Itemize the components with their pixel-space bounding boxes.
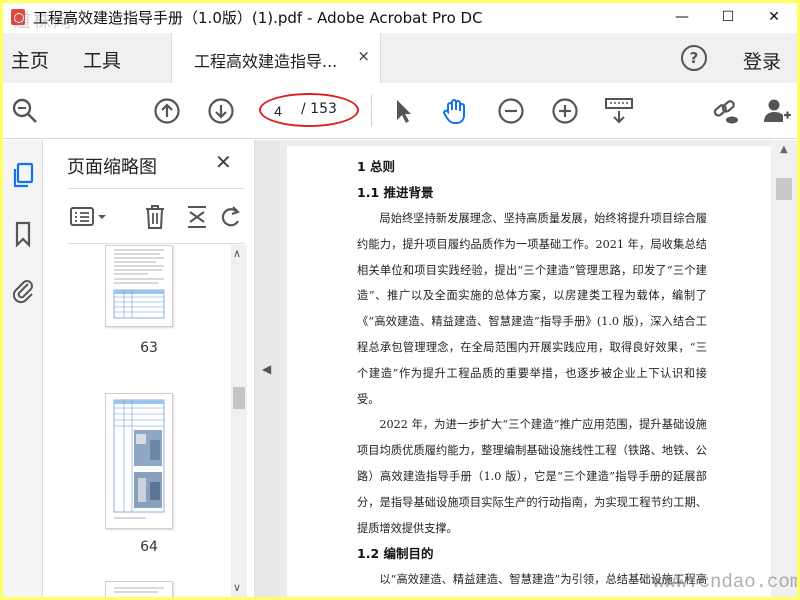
acrobat-pdf-icon: [9, 8, 27, 26]
page-number-input[interactable]: [265, 100, 291, 122]
thumbnail-page-65[interactable]: [105, 581, 173, 597]
options-menu-icon[interactable]: [69, 203, 109, 231]
site-watermark: www.cndao.com: [653, 571, 797, 593]
share-link-icon[interactable]: [709, 95, 741, 127]
scroll-up-icon[interactable]: ▲: [780, 144, 788, 155]
paragraph: 局始终坚持新发展理念、坚持高质量发展，始终将提升项目综合履约能力，提升项目履约品…: [357, 212, 707, 406]
bookmark-icon[interactable]: [9, 220, 37, 248]
document-view[interactable]: 1 总则 1.1 推进背景 局始终坚持新发展理念、坚持高质量发展，始终将提升项目…: [279, 140, 771, 597]
rotate-page-icon[interactable]: [217, 203, 245, 231]
tab-document[interactable]: 工程高效建造指导... ×: [171, 33, 381, 83]
select-cursor-icon[interactable]: [387, 95, 419, 127]
hand-tool-icon[interactable]: [439, 95, 471, 127]
acrobat-window: 工程高效建造指导手册（1.0版）(1).pdf - Adobe Acrobat …: [3, 3, 797, 597]
help-icon[interactable]: ?: [681, 45, 707, 71]
scroll-down-icon[interactable]: ∨: [233, 581, 241, 594]
toolbar-divider: [371, 95, 372, 127]
scroll-up-icon[interactable]: ∧: [233, 247, 241, 260]
panel-title: 页面缩略图: [67, 157, 157, 178]
attachment-icon[interactable]: [9, 276, 37, 304]
delete-page-icon[interactable]: [141, 203, 169, 231]
main-toolbar: / 153: [3, 83, 797, 139]
scrollbar-thumb[interactable]: [776, 178, 792, 200]
thumbnails-panel: 页面缩略图 ✕ 63 64 ∧ ∨: [43, 140, 255, 597]
title-bar: 工程高效建造指导手册（1.0版）(1).pdf - Adobe Acrobat …: [3, 3, 797, 32]
close-tab-icon[interactable]: ×: [357, 47, 370, 65]
close-window-button[interactable]: ✕: [751, 3, 797, 31]
thumbnail-list: 63 64: [67, 245, 231, 597]
heading-1-2: 1.2 编制目的: [357, 546, 434, 562]
tab-home[interactable]: 主页: [11, 46, 49, 73]
tab-bar: 主页 工具 工程高效建造指导... × ? 登录: [3, 33, 797, 83]
zoom-in-icon[interactable]: [549, 95, 581, 127]
tab-tools[interactable]: 工具: [83, 46, 121, 73]
insert-page-icon[interactable]: [183, 203, 211, 231]
thumbnail-page-64[interactable]: [105, 393, 173, 529]
heading-1: 1 总则: [357, 159, 396, 174]
scrollbar-thumb[interactable]: [233, 387, 245, 409]
thumbnail-page-number: 64: [140, 539, 158, 555]
window-title: 工程高效建造指导手册（1.0版）(1).pdf - Adobe Acrobat …: [33, 8, 483, 27]
collapse-arrow-icon[interactable]: ◀: [262, 362, 271, 376]
panel-collapse-strip[interactable]: ◀: [255, 140, 279, 597]
keyboard-scroll-icon[interactable]: [603, 95, 635, 127]
heading-1-1: 1.1 推进背景: [357, 185, 434, 200]
document-page: 1 总则 1.1 推进背景 局始终坚持新发展理念、坚持高质量发展，始终将提升项目…: [287, 146, 771, 597]
paragraph: 2022 年，为进一步扩大“三个建造”推广应用范围，提升基础设施项目均质优质履约…: [357, 418, 707, 535]
add-user-icon[interactable]: [761, 95, 793, 127]
document-scrollbar[interactable]: ▲: [771, 140, 797, 597]
zoom-out-icon[interactable]: [495, 95, 527, 127]
page-up-icon[interactable]: [151, 95, 183, 127]
thumbnail-page-63[interactable]: [105, 245, 173, 327]
window-controls: — ☐ ✕: [659, 3, 797, 31]
panel-toolbar: [67, 188, 245, 244]
thumbnail-scrollbar[interactable]: ∧ ∨: [231, 245, 247, 597]
minimize-button[interactable]: —: [659, 3, 705, 31]
tab-document-label: 工程高效建造指导...: [194, 52, 338, 71]
navigation-rail: [3, 140, 43, 597]
page-total: / 153: [301, 101, 337, 117]
close-panel-icon[interactable]: ✕: [215, 150, 232, 174]
thumbnail-page-number: 63: [140, 340, 158, 356]
page-down-icon[interactable]: [205, 95, 237, 127]
page-thumbnails-icon[interactable]: [9, 162, 37, 190]
zoom-search-icon[interactable]: [9, 95, 41, 127]
login-button[interactable]: 登录: [743, 47, 781, 74]
maximize-button[interactable]: ☐: [705, 3, 751, 31]
